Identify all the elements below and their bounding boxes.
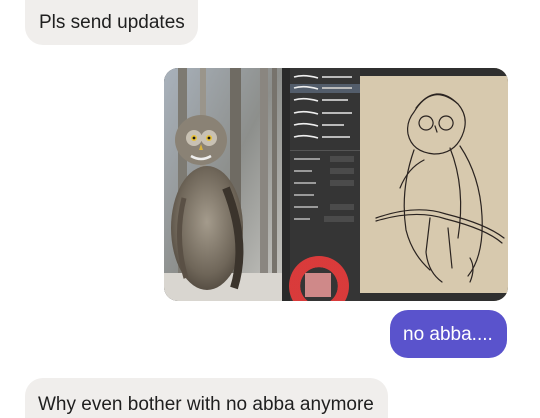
owl-sketch-canvas xyxy=(360,68,508,301)
shared-image-message[interactable] xyxy=(164,68,508,301)
incoming-message-bubble[interactable]: Pls send updates xyxy=(25,0,198,45)
message-text: no abba.... xyxy=(403,324,493,345)
message-text: Why even bother with no abba anymore xyxy=(38,394,374,415)
owl-reference-photo xyxy=(164,68,282,301)
message-text: Pls send updates xyxy=(39,12,185,33)
drawing-app-screenshot xyxy=(164,68,508,301)
outgoing-message-bubble[interactable]: no abba.... xyxy=(390,310,507,358)
brush-settings-panel xyxy=(282,68,360,301)
incoming-message-bubble[interactable]: Why even bother with no abba anymore xyxy=(25,378,388,418)
